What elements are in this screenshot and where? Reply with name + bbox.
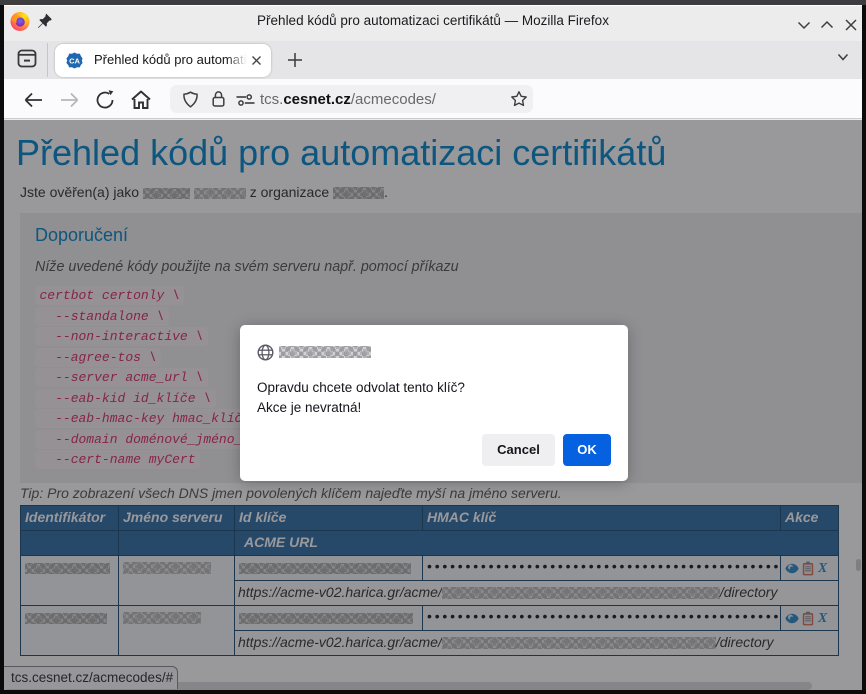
svg-text:CA: CA (69, 56, 80, 65)
